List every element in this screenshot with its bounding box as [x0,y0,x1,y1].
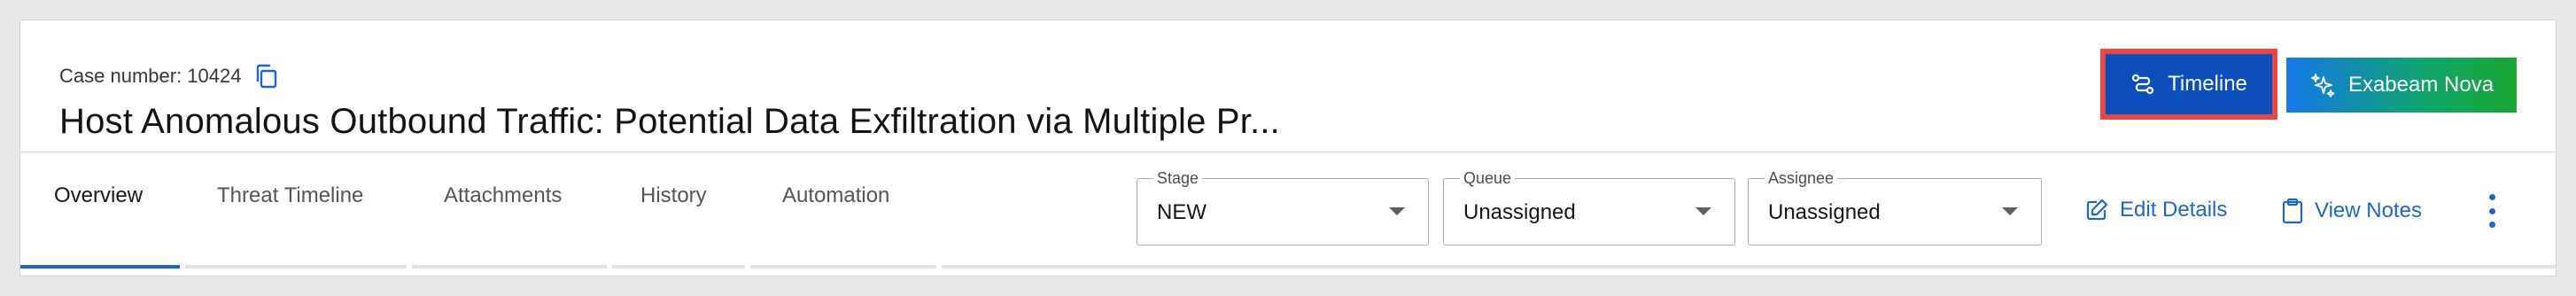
assignee-select-value: Unassigned [1768,200,1881,224]
edit-icon [2084,198,2109,222]
view-notes-label: View Notes [2315,199,2422,222]
more-vertical-icon[interactable] [2487,194,2497,228]
tab-automation[interactable]: Automation [782,183,889,208]
tab-overview-underline [20,265,180,269]
tab-history-underline [612,265,745,269]
tabs-baseline [942,265,2556,269]
timeline-button-highlight: Timeline [2100,49,2277,120]
edit-details-label: Edit Details [2120,198,2228,222]
timeline-icon [2130,72,2155,97]
assignee-select[interactable]: Assignee Unassigned [1748,169,2042,245]
timeline-button[interactable]: Timeline [2106,54,2272,114]
queue-select-value: Unassigned [1463,200,1576,224]
case-number-row: Case number: 10424 [59,63,280,90]
case-number-label: Case number: 10424 [59,65,242,87]
case-title: Host Anomalous Outbound Traffic: Potenti… [59,102,1280,141]
edit-details-button[interactable]: Edit Details [2084,198,2227,222]
assignee-select-label: Assignee [1765,169,1838,188]
timeline-button-label: Timeline [2168,72,2247,96]
exabeam-nova-label: Exabeam Nova [2347,73,2495,97]
copy-icon[interactable] [253,63,280,90]
tab-attachments[interactable]: Attachments [444,183,562,208]
sparkles-icon [2309,72,2336,98]
stage-select-value: NEW [1157,200,1207,224]
chevron-down-icon [1695,207,1711,215]
tab-threat-timeline-underline [185,265,407,269]
tab-overview[interactable]: Overview [54,183,143,208]
queue-select-label: Queue [1460,169,1516,188]
view-notes-button[interactable]: View Notes [2281,198,2422,224]
queue-select[interactable]: Queue Unassigned [1443,169,1735,245]
chevron-down-icon [1389,207,1405,215]
stage-select[interactable]: Stage NEW [1137,169,1429,245]
tab-threat-timeline[interactable]: Threat Timeline [217,183,363,208]
case-header-card: Case number: 10424 Host Anomalous Outbou… [19,19,2557,277]
clipboard-icon [2281,198,2304,224]
chevron-down-icon [2002,207,2018,215]
tab-attachments-underline [412,265,607,269]
exabeam-nova-button[interactable]: Exabeam Nova [2286,58,2517,113]
tab-automation-underline [750,265,936,269]
stage-select-label: Stage [1153,169,1203,188]
tab-history[interactable]: History [640,183,707,208]
